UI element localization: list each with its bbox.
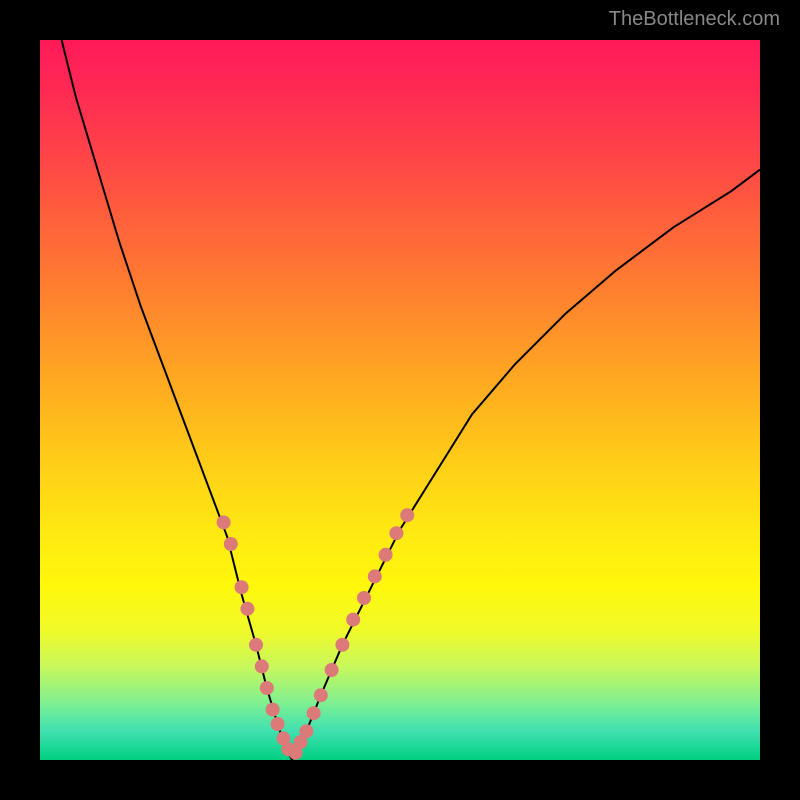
data-marker (217, 515, 231, 529)
left-data-markers (217, 515, 296, 756)
left-branch (62, 40, 292, 760)
data-marker (299, 724, 313, 738)
data-marker (266, 703, 280, 717)
data-marker (379, 548, 393, 562)
data-marker (255, 659, 269, 673)
data-marker (249, 638, 263, 652)
data-marker (271, 717, 285, 731)
data-marker (314, 688, 328, 702)
curve-svg (40, 40, 760, 760)
plot-area (40, 40, 760, 760)
data-marker (346, 613, 360, 627)
right-branch (292, 170, 760, 760)
watermark: TheBottleneck.com (609, 8, 780, 31)
right-data-markers (289, 508, 415, 760)
data-marker (325, 663, 339, 677)
data-marker (400, 508, 414, 522)
data-marker (224, 537, 238, 551)
data-marker (335, 638, 349, 652)
data-marker (357, 591, 371, 605)
data-marker (235, 580, 249, 594)
data-marker (240, 602, 254, 616)
chart-container: TheBottleneck.com (0, 0, 800, 800)
data-marker (368, 569, 382, 583)
data-marker (260, 681, 274, 695)
data-marker (389, 526, 403, 540)
data-marker (307, 706, 321, 720)
